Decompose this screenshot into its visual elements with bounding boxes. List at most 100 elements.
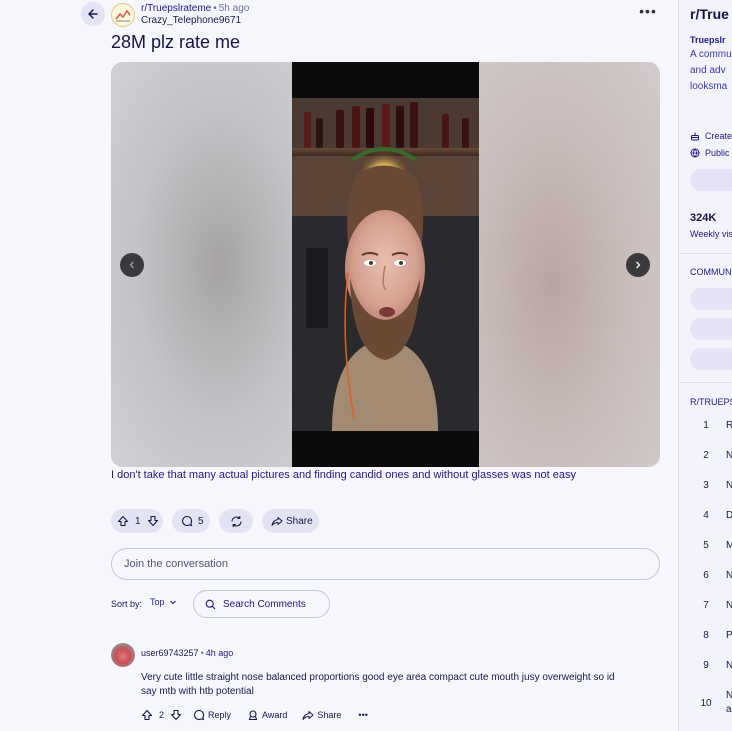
sidebar-description-line: and adv bbox=[690, 65, 726, 76]
rule-title: N bbox=[726, 450, 732, 461]
back-button[interactable] bbox=[81, 2, 105, 26]
rule-title: R bbox=[726, 420, 732, 431]
crosspost-button[interactable] bbox=[219, 509, 253, 533]
award-label: Award bbox=[262, 710, 288, 720]
rule-item[interactable]: 1R bbox=[679, 420, 732, 450]
post-age: 5h ago bbox=[218, 3, 250, 14]
comment-meta: user69743257 • 4h ago bbox=[141, 648, 233, 658]
rule-title: D bbox=[726, 510, 732, 521]
post-page: r/Truepslrateme • 5h ago Crazy_Telephone96… bbox=[0, 0, 732, 731]
sort-dropdown[interactable]: Top bbox=[150, 597, 177, 607]
comment-bubble-icon bbox=[194, 709, 205, 721]
community-button[interactable] bbox=[690, 348, 732, 370]
rule-item[interactable]: 2N bbox=[679, 450, 732, 480]
post-meta: r/Truepslrateme • 5h ago bbox=[141, 3, 249, 15]
globe-icon bbox=[690, 148, 700, 158]
share-arrow-icon bbox=[302, 711, 314, 720]
rule-item[interactable]: 3N bbox=[679, 480, 732, 510]
rule-item[interactable]: 7N bbox=[679, 600, 732, 630]
rule-number: 9 bbox=[703, 660, 709, 671]
rule-title: N bbox=[726, 690, 732, 701]
chevron-down-icon bbox=[169, 600, 176, 605]
rule-title: P bbox=[726, 630, 732, 641]
subreddit-link[interactable]: r/Truepslrateme bbox=[141, 3, 211, 14]
rule-number: 2 bbox=[703, 450, 709, 461]
comment-body: Very cute little straight nose balanced … bbox=[141, 672, 615, 697]
comment-count: 5 bbox=[198, 515, 204, 527]
comment-author[interactable]: user69743257 bbox=[141, 648, 199, 658]
gallery-prev-button[interactable] bbox=[120, 253, 144, 277]
repost-icon bbox=[230, 515, 242, 527]
rule-title: N bbox=[726, 570, 732, 581]
search-comments-label: Search Comments bbox=[223, 598, 306, 610]
meta-separator: • bbox=[200, 648, 204, 658]
sidebar-visibility: Public bbox=[705, 148, 730, 158]
rules-section-label: R/TRUEPS bbox=[690, 397, 732, 407]
comment-actions: 2 Reply Award Share ••• bbox=[141, 709, 368, 721]
sidebar-join-button[interactable] bbox=[690, 169, 732, 191]
comment-more-icon[interactable]: ••• bbox=[358, 710, 367, 720]
rule-item[interactable]: 6N bbox=[679, 570, 732, 600]
community-button[interactable] bbox=[690, 318, 732, 340]
commenter-avatar[interactable] bbox=[111, 643, 135, 667]
vote-bar: 1 bbox=[111, 509, 163, 533]
rule-number: 10 bbox=[700, 698, 712, 709]
rule-title: N bbox=[726, 600, 732, 611]
comments-button[interactable]: 5 bbox=[172, 509, 210, 533]
upvote-icon[interactable] bbox=[117, 515, 129, 527]
sort-value: Top bbox=[150, 597, 165, 607]
downvote-icon[interactable] bbox=[147, 515, 159, 527]
selfie-photo bbox=[292, 98, 479, 431]
sidebar-divider-line bbox=[679, 382, 732, 383]
more-options-button[interactable]: ••• bbox=[637, 4, 659, 22]
sidebar-created-row: Create bbox=[690, 131, 732, 141]
chevron-left-icon bbox=[129, 261, 134, 269]
comment-bubble-icon bbox=[182, 515, 193, 527]
rule-item[interactable]: 9N bbox=[679, 660, 732, 690]
rule-number: 4 bbox=[703, 510, 709, 521]
share-arrow-icon bbox=[271, 517, 283, 526]
community-sidebar: r/True Truepslr A commu and adv looksma … bbox=[679, 0, 732, 731]
rule-number: 8 bbox=[703, 630, 709, 641]
reply-button[interactable]: Reply bbox=[193, 709, 231, 721]
comment-share-label: Share bbox=[317, 710, 342, 720]
weekly-visitors-count: 324K bbox=[690, 212, 717, 224]
rule-item[interactable]: 10 Na bbox=[679, 690, 732, 720]
rule-number: 3 bbox=[703, 480, 709, 491]
rule-item[interactable]: 8P bbox=[679, 630, 732, 660]
rule-number: 6 bbox=[703, 570, 709, 581]
post-author[interactable]: Crazy_Telephone9671 bbox=[141, 15, 241, 27]
comment-age: 4h ago bbox=[205, 648, 234, 658]
comment-vote-count: 2 bbox=[159, 710, 165, 720]
sidebar-divider-line bbox=[679, 253, 732, 254]
gallery-image bbox=[292, 62, 479, 467]
cake-icon bbox=[691, 132, 699, 141]
gallery-next-button[interactable] bbox=[626, 253, 650, 277]
search-icon bbox=[205, 599, 216, 609]
chevron-right-icon bbox=[636, 261, 641, 269]
rule-number: 5 bbox=[703, 540, 709, 551]
rule-title-continued: a bbox=[726, 704, 732, 715]
meta-separator: • bbox=[213, 3, 217, 14]
chart-logo-icon bbox=[115, 9, 131, 22]
downvote-icon[interactable] bbox=[170, 709, 182, 721]
sidebar-created: Create bbox=[705, 131, 732, 141]
share-label: Share bbox=[286, 515, 313, 527]
sidebar-description-line: A commu bbox=[690, 49, 732, 60]
comment-share-button[interactable]: Share bbox=[302, 709, 341, 721]
join-conversation-input[interactable]: Join the conversation bbox=[111, 548, 660, 580]
rule-item[interactable]: 5M bbox=[679, 540, 732, 570]
rule-number: 1 bbox=[703, 420, 709, 431]
upvote-icon[interactable] bbox=[141, 709, 153, 721]
media-gallery[interactable] bbox=[111, 62, 660, 467]
rule-item[interactable]: 4D bbox=[679, 510, 732, 540]
award-button[interactable]: Award bbox=[247, 709, 287, 721]
award-icon bbox=[248, 710, 258, 721]
sidebar-description-line: looksma bbox=[690, 81, 728, 92]
search-comments-input[interactable]: Search Comments bbox=[193, 590, 330, 618]
share-button[interactable]: Share bbox=[262, 509, 319, 533]
sort-label: Sort by: bbox=[111, 599, 143, 609]
post-caption: I don't take that many actual pictures a… bbox=[111, 469, 576, 481]
community-button[interactable] bbox=[690, 288, 732, 310]
subreddit-avatar[interactable] bbox=[111, 3, 135, 27]
